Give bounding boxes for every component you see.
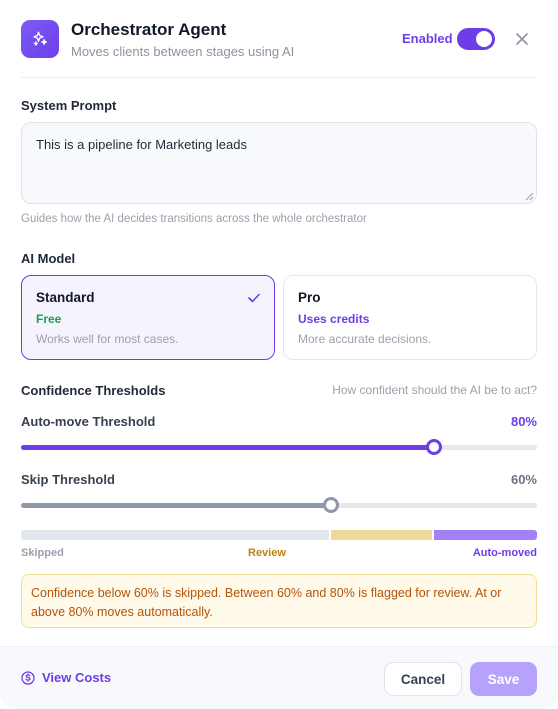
resize-grip-icon[interactable] <box>525 192 534 201</box>
checkmark-icon <box>248 293 260 303</box>
close-icon <box>516 33 528 45</box>
zone-label-review: Review <box>248 547 286 559</box>
system-prompt-label: System Prompt <box>21 98 117 113</box>
ai-model-label: AI Model <box>21 251 76 266</box>
auto-move-value: 80% <box>510 414 537 429</box>
sparkles-icon <box>21 20 59 58</box>
model-option-pro[interactable]: Pro Uses credits More accurate decisions… <box>283 275 537 360</box>
auto-move-slider-fill <box>21 445 434 450</box>
page-title: Orchestrator Agent <box>71 20 227 39</box>
view-costs-link[interactable]: View Costs <box>21 670 111 685</box>
skip-threshold-slider[interactable] <box>21 497 537 513</box>
skip-slider-thumb[interactable] <box>323 497 339 513</box>
close-button[interactable] <box>512 29 532 49</box>
model-tag: Uses credits <box>298 312 370 326</box>
model-name: Pro <box>298 290 321 305</box>
threshold-notice: Confidence below 60% is skipped. Between… <box>21 574 537 628</box>
modal-footer: View Costs Cancel Save <box>0 646 558 709</box>
zone-skipped <box>21 530 329 540</box>
auto-move-slider[interactable] <box>21 439 537 455</box>
save-button[interactable]: Save <box>470 662 537 696</box>
system-prompt-hint: Guides how the AI decides transitions ac… <box>21 213 367 225</box>
confidence-zone-bar <box>21 530 537 540</box>
auto-move-label: Auto-move Threshold <box>21 414 156 429</box>
zone-review <box>331 530 432 540</box>
header-divider <box>21 77 537 78</box>
confidence-thresholds-label: Confidence Thresholds <box>21 383 166 398</box>
dollar-circle-icon <box>21 670 35 685</box>
model-tag: Free <box>36 312 62 326</box>
skip-slider-fill <box>21 503 331 508</box>
thresholds-hint: How confident should the AI be to act? <box>332 383 537 397</box>
model-description: More accurate decisions. <box>298 332 432 346</box>
model-name: Standard <box>36 290 95 305</box>
page-subtitle: Moves clients between stages using AI <box>71 44 295 59</box>
enabled-toggle[interactable] <box>457 28 495 50</box>
zone-label-skipped: Skipped <box>21 547 64 559</box>
enabled-label: Enabled <box>402 31 453 46</box>
model-description: Works well for most cases. <box>36 332 179 346</box>
skip-threshold-value: 60% <box>510 472 537 487</box>
model-option-standard[interactable]: Standard Free Works well for most cases. <box>21 275 275 360</box>
view-costs-label: View Costs <box>42 670 112 685</box>
system-prompt-textarea[interactable] <box>21 122 537 204</box>
cancel-button[interactable]: Cancel <box>384 662 462 696</box>
auto-move-slider-thumb[interactable] <box>426 439 442 455</box>
orchestrator-agent-modal: Orchestrator Agent Moves clients between… <box>0 0 558 709</box>
zone-auto-moved <box>434 530 537 540</box>
skip-threshold-label: Skip Threshold <box>21 472 115 487</box>
toggle-knob <box>476 31 492 47</box>
zone-label-auto-moved: Auto-moved <box>472 547 537 559</box>
